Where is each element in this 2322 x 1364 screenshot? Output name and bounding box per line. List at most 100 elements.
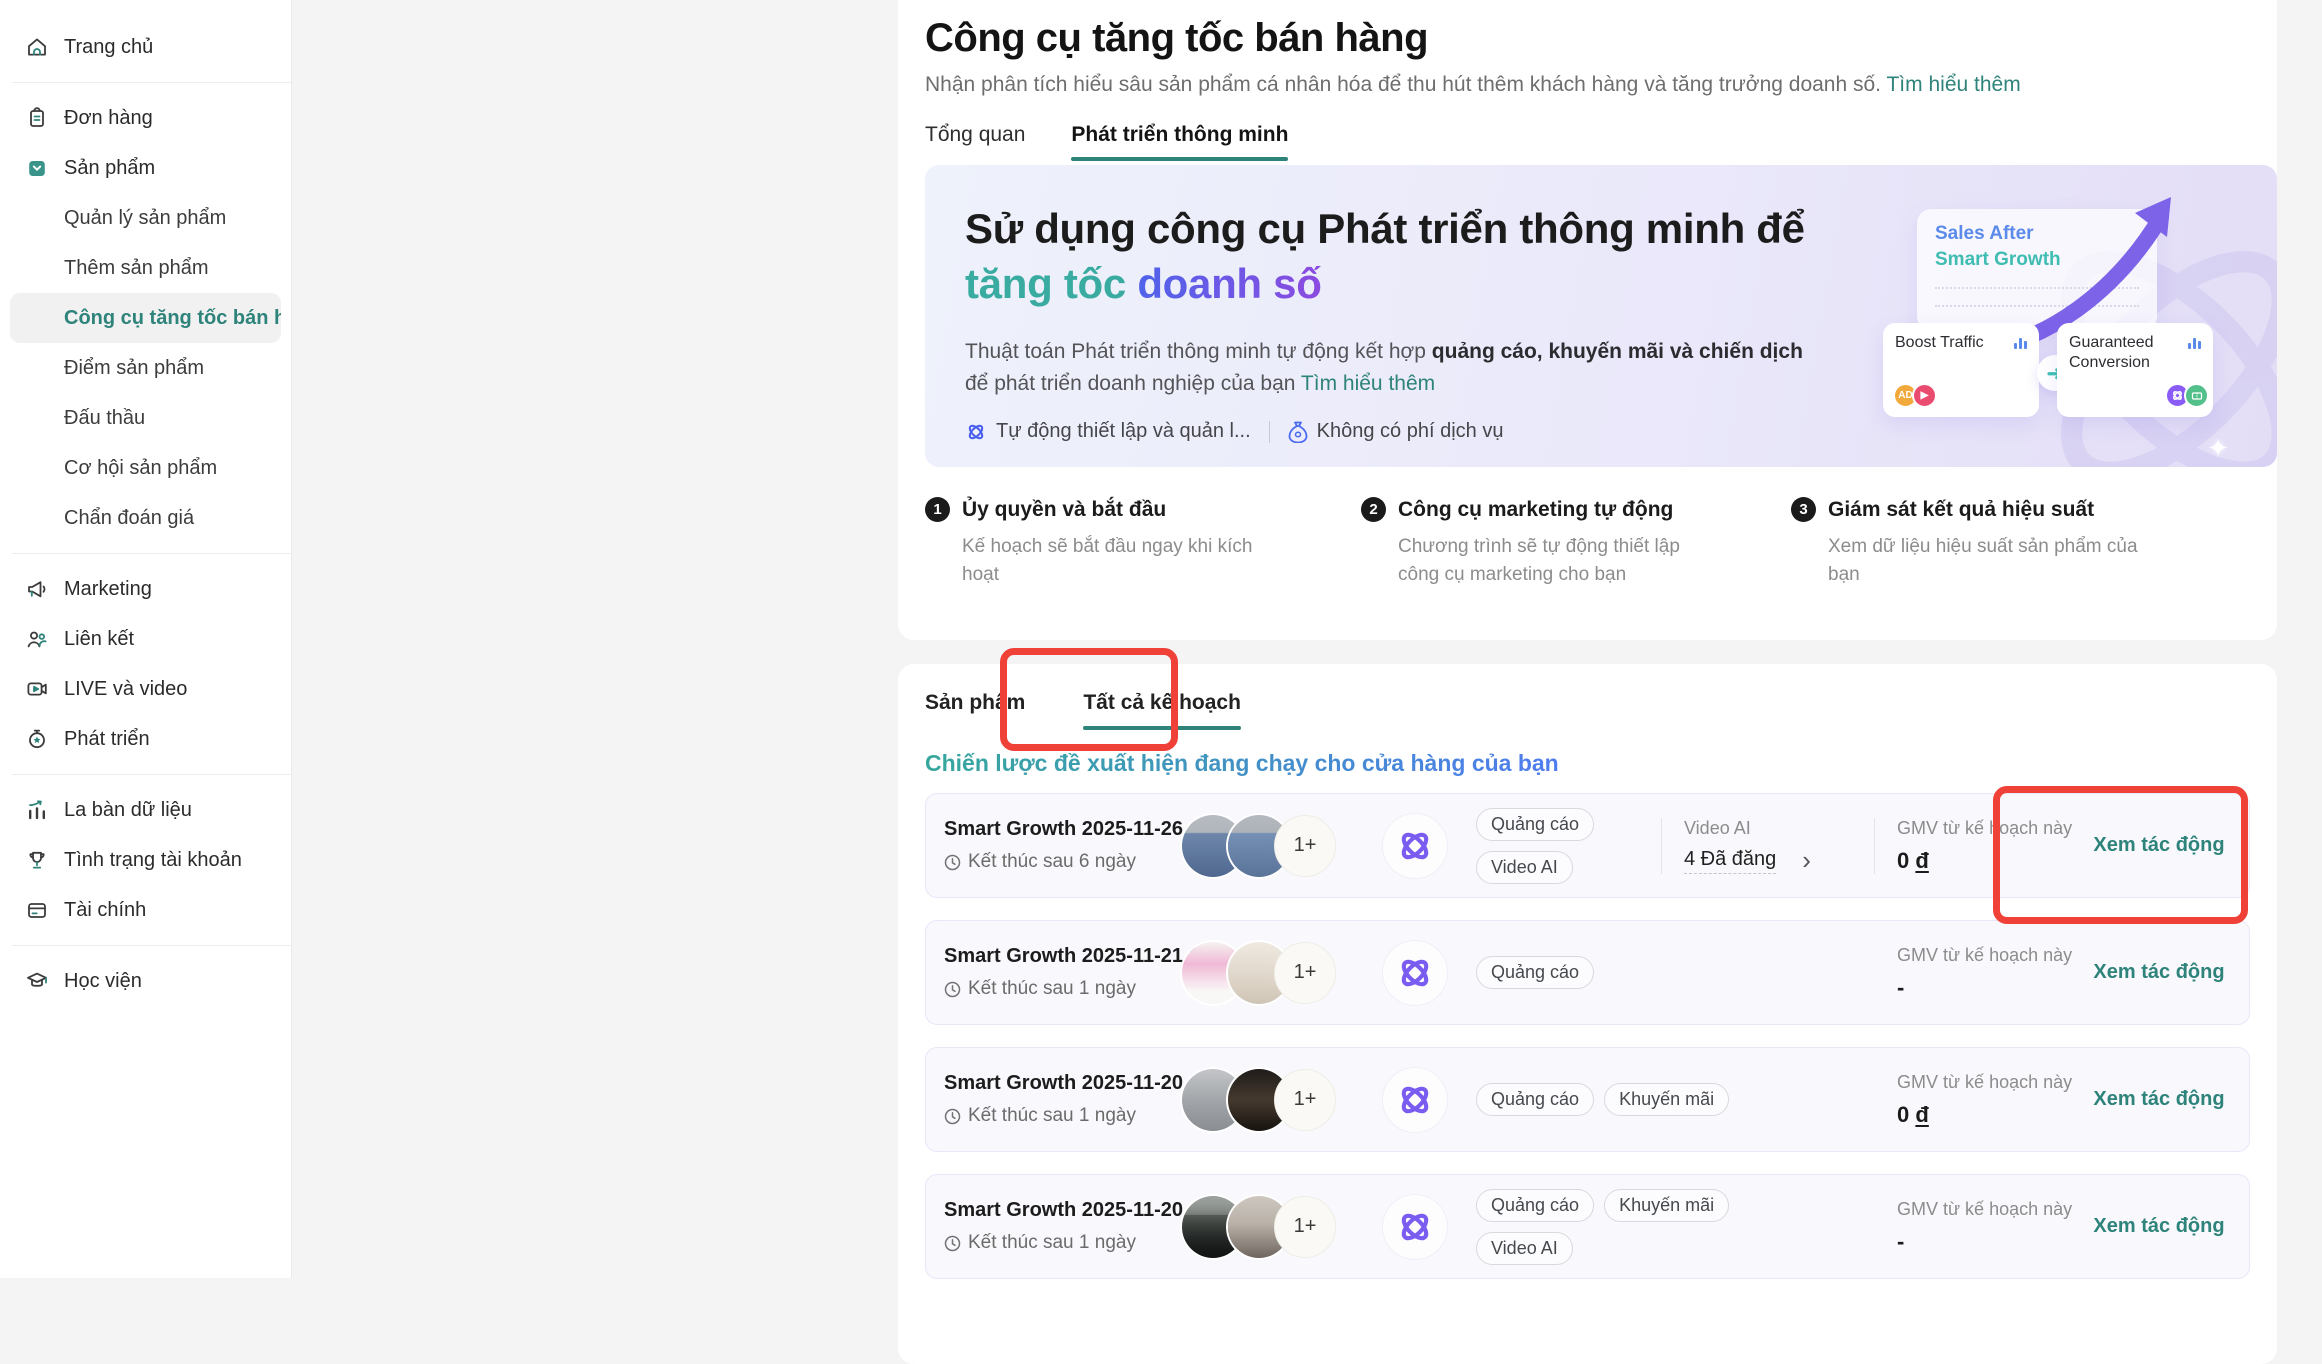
sidebar-item-bidding[interactable]: Đấu thầu bbox=[0, 393, 291, 443]
more-products-badge[interactable]: 1+ bbox=[1274, 942, 1336, 1004]
plans-card: Sản phẩm Tất cả kế hoạch Chiến lược đề x… bbox=[898, 664, 2277, 1364]
plan-tags: Quảng cáo Khuyến mãi Video AI bbox=[1476, 1189, 1776, 1265]
tag-pill: Quảng cáo bbox=[1476, 1189, 1594, 1222]
more-products-badge[interactable]: 1+ bbox=[1274, 815, 1336, 877]
tab-all-plans[interactable]: Tất cả kế hoạch bbox=[1083, 691, 1241, 730]
header-learn-more-link[interactable]: Tìm hiểu thêm bbox=[1886, 73, 2020, 96]
growth-icon bbox=[24, 726, 50, 752]
product-thumbnails: 1+ bbox=[1182, 1196, 1336, 1258]
sidebar-divider bbox=[12, 82, 291, 83]
header-card: Công cụ tăng tốc bán hàng Nhận phân tích… bbox=[898, 0, 2277, 640]
sidebar-item-add-product[interactable]: Thêm sản phẩm bbox=[0, 243, 291, 293]
sidebar-item-affiliate[interactable]: Liên kết bbox=[0, 614, 291, 664]
tag-pill: Video AI bbox=[1476, 851, 1573, 884]
plans-tabs: Sản phẩm Tất cả kế hoạch bbox=[925, 691, 2250, 730]
sidebar-item-live-video[interactable]: LIVE và video bbox=[0, 664, 291, 714]
plan-end-time: Kết thúc sau 1 ngày bbox=[944, 1232, 1176, 1254]
view-impact-button[interactable]: Xem tác động bbox=[2093, 832, 2225, 859]
sidebar-item-product-score[interactable]: Điểm sản phẩm bbox=[0, 343, 291, 393]
sidebar-item-sales-accelerator[interactable]: Công cụ tăng tốc bán h... bbox=[10, 293, 281, 343]
gmv-column: GMV từ kế hoạch này 0 đ bbox=[1897, 818, 2093, 874]
sidebar-item-marketing[interactable]: Marketing bbox=[0, 564, 291, 614]
more-products-badge[interactable]: 1+ bbox=[1274, 1069, 1336, 1131]
more-products-badge[interactable]: 1+ bbox=[1274, 1196, 1336, 1258]
atom-icon bbox=[965, 421, 987, 443]
home-icon bbox=[24, 34, 50, 60]
clock-icon bbox=[944, 1108, 961, 1125]
tag-pill: Khuyến mãi bbox=[1604, 1083, 1729, 1116]
gmv-column: GMV từ kế hoạch này 0 đ bbox=[1897, 1072, 2093, 1128]
plan-title: Smart Growth 2025-11-26 1... bbox=[944, 818, 1176, 841]
view-impact-button[interactable]: Xem tác động bbox=[2093, 1213, 2225, 1240]
clock-icon bbox=[944, 981, 961, 998]
plan-title: Smart Growth 2025-11-20 ... bbox=[944, 1199, 1176, 1222]
view-impact-button[interactable]: Xem tác động bbox=[2093, 1086, 2225, 1113]
plan-row[interactable]: Smart Growth 2025-11-20 ... Kết thúc sau… bbox=[925, 1047, 2250, 1152]
banner-learn-more-link[interactable]: Tìm hiểu thêm bbox=[1301, 372, 1435, 395]
mini-bars-icon bbox=[2188, 335, 2201, 349]
product-thumbnails: 1+ bbox=[1182, 815, 1336, 877]
banner-body: Thuật toán Phát triển thông minh tự động… bbox=[965, 336, 1815, 401]
plan-tags: Quảng cáo Khuyến mãi bbox=[1476, 1083, 1729, 1116]
sidebar-divider bbox=[12, 945, 291, 946]
megaphone-icon bbox=[24, 576, 50, 602]
product-thumbnails: 1+ bbox=[1182, 1069, 1336, 1131]
tab-products[interactable]: Sản phẩm bbox=[925, 691, 1025, 730]
smart-growth-atom-icon bbox=[1382, 1067, 1448, 1133]
step-number-badge: 1 bbox=[925, 497, 950, 522]
sidebar-item-price-diagnosis[interactable]: Chẩn đoán giá bbox=[0, 493, 291, 543]
account-health-icon bbox=[24, 847, 50, 873]
divider bbox=[1874, 818, 1875, 874]
plan-row[interactable]: Smart Growth 2025-11-21 1... Kết thúc sa… bbox=[925, 920, 2250, 1025]
sidebar-item-data-compass[interactable]: La bàn dữ liệu bbox=[0, 785, 291, 835]
step-number-badge: 3 bbox=[1791, 497, 1816, 522]
plan-tags: Quảng cáo bbox=[1476, 956, 1594, 989]
gmv-column: GMV từ kế hoạch này - bbox=[1897, 1199, 2093, 1255]
product-thumbnails: 1+ bbox=[1182, 942, 1336, 1004]
sidebar-item-academy[interactable]: Học viện bbox=[0, 956, 291, 1006]
smart-growth-atom-icon bbox=[1382, 813, 1448, 879]
step-3: 3 Giám sát kết quả hiệu suất Xem dữ liệu… bbox=[1791, 497, 2221, 588]
sidebar-item-orders[interactable]: Đơn hàng bbox=[0, 93, 291, 143]
smart-growth-atom-icon bbox=[1382, 1194, 1448, 1260]
video-badge-icon: ▶ bbox=[1912, 383, 1937, 408]
view-impact-button[interactable]: Xem tác động bbox=[2093, 959, 2225, 986]
plan-row[interactable]: Smart Growth 2025-11-20 ... Kết thúc sau… bbox=[925, 1174, 2250, 1279]
products-icon bbox=[24, 155, 50, 181]
sidebar-divider bbox=[12, 553, 291, 554]
sidebar-item-product-opportunity[interactable]: Cơ hội sản phẩm bbox=[0, 443, 291, 493]
academy-icon bbox=[24, 968, 50, 994]
sidebar-item-products[interactable]: Sản phẩm bbox=[0, 143, 291, 193]
video-icon bbox=[24, 676, 50, 702]
tab-overview[interactable]: Tổng quan bbox=[925, 123, 1025, 161]
banner-illustration: Sales After Smart Growth Boost Traffic A bbox=[1837, 165, 2277, 467]
plan-end-time: Kết thúc sau 1 ngày bbox=[944, 978, 1176, 1000]
plan-tags: Quảng cáo Video AI bbox=[1476, 808, 1639, 884]
step-number-badge: 2 bbox=[1361, 497, 1386, 522]
mini-bars-icon bbox=[2014, 335, 2027, 349]
video-posted-count[interactable]: 4 Đã đăng bbox=[1684, 848, 1776, 874]
tag-pill: Khuyến mãi bbox=[1604, 1189, 1729, 1222]
data-compass-icon bbox=[24, 797, 50, 823]
tag-pill: Video AI bbox=[1476, 1232, 1573, 1265]
sidebar-item-home[interactable]: Trang chủ bbox=[0, 22, 291, 72]
guaranteed-conversion-card: Guaranteed Conversion bbox=[2057, 323, 2213, 417]
sparkle-icon: ✦ bbox=[2207, 433, 2229, 464]
divider bbox=[1269, 421, 1270, 443]
sidebar-divider bbox=[12, 774, 291, 775]
sidebar-item-finance[interactable]: Tài chính bbox=[0, 885, 291, 935]
plan-row[interactable]: Smart Growth 2025-11-26 1... Kết thúc sa… bbox=[925, 793, 2250, 898]
sidebar-item-account-health[interactable]: Tình trạng tài khoản bbox=[0, 835, 291, 885]
divider bbox=[1661, 818, 1662, 874]
steps-row: 1 Ủy quyền và bắt đầu Kế hoạch sẽ bắt đầ… bbox=[925, 497, 2277, 588]
tab-smart-growth[interactable]: Phát triển thông minh bbox=[1071, 123, 1288, 161]
tag-pill: Quảng cáo bbox=[1476, 1083, 1594, 1116]
plan-end-time: Kết thúc sau 6 ngày bbox=[944, 851, 1176, 873]
plan-rows: Smart Growth 2025-11-26 1... Kết thúc sa… bbox=[925, 793, 2250, 1279]
money-bag-icon bbox=[1288, 421, 1308, 443]
finance-icon bbox=[24, 897, 50, 923]
sidebar-item-growth[interactable]: Phát triển bbox=[0, 714, 291, 764]
gmv-column: GMV từ kế hoạch này - bbox=[1897, 945, 2093, 1001]
chevron-right-icon[interactable]: › bbox=[1802, 850, 1811, 871]
sidebar-item-manage-products[interactable]: Quản lý sản phẩm bbox=[0, 193, 291, 243]
